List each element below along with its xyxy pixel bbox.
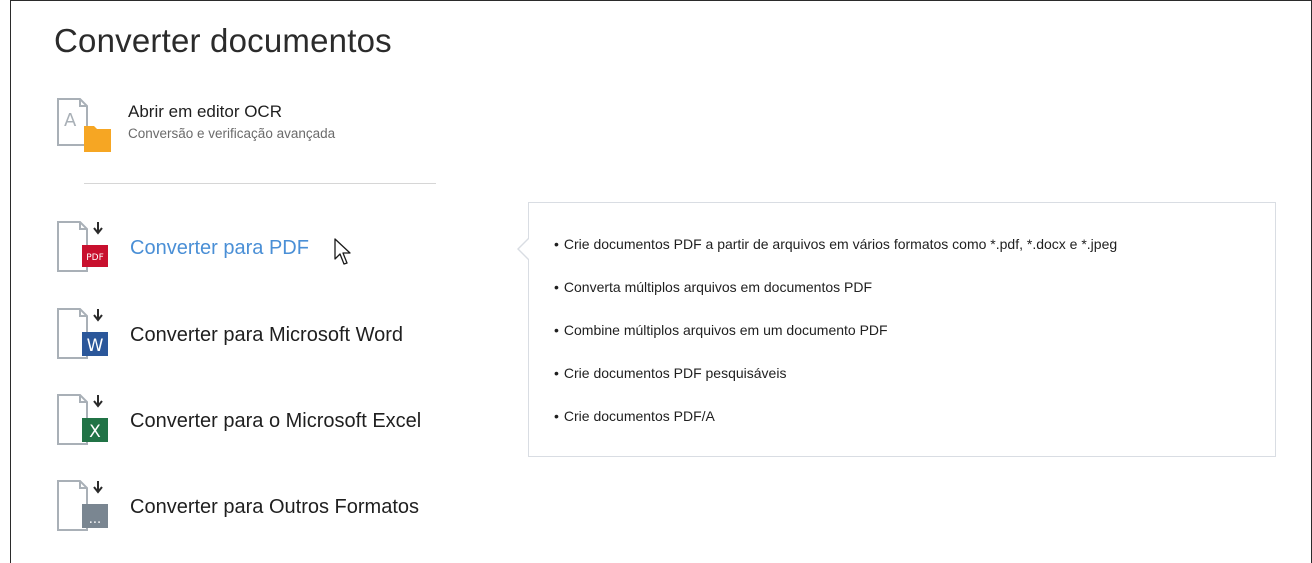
convert-to-word-item[interactable]: W Converter para Microsoft Word (54, 306, 403, 364)
tooltip-bullet: • Converta múltiplos arquivos em document… (554, 279, 873, 295)
word-document-icon: W (54, 306, 112, 364)
tooltip-bullet-list: • Crie documentos PDF a partir de arquivo… (554, 236, 1117, 451)
convert-to-other-formats-item[interactable]: ... Converter para Outros Formatos (54, 478, 419, 536)
tooltip-bullet: • Crie documentos PDF a partir de arquivo… (554, 236, 1118, 252)
tooltip-bullet: • Combine múltiplos arquivos em um docume… (554, 322, 888, 338)
svg-text:X: X (89, 422, 101, 442)
convert-to-word-label: Converter para Microsoft Word (130, 323, 404, 346)
open-ocr-editor-item[interactable]: A Abrir em editor OCR Conversão e verifi… (54, 96, 335, 154)
ocr-editor-icon: A (54, 96, 112, 154)
convert-to-other-formats-label: Converter para Outros Formatos (130, 495, 419, 518)
page-title: Converter documentos (54, 22, 392, 59)
section-divider (84, 183, 436, 184)
mouse-pointer-icon (334, 238, 352, 271)
svg-text:...: ... (89, 512, 101, 527)
convert-to-pdf-label: Converter para PDF (130, 236, 309, 259)
pdf-info-tooltip: • Crie documentos PDF a partir de arquivo… (517, 202, 1276, 457)
svg-text:A: A (64, 110, 77, 131)
convert-to-excel-item[interactable]: X Converter para o Microsoft Excel (54, 392, 421, 450)
tooltip-bullet: • Crie documentos PDF pesquisáveis (554, 365, 787, 381)
convert-to-pdf-item[interactable]: PDF Converter para PDF (54, 219, 309, 277)
pdf-document-icon: PDF (54, 219, 112, 277)
ocr-editor-label: Abrir em editor OCR (128, 102, 282, 121)
svg-text:W: W (87, 336, 104, 356)
svg-text:PDF: PDF (86, 253, 104, 263)
ocr-editor-sublabel: Conversão e verificação avançada (128, 126, 336, 141)
tooltip-bullet: • Crie documentos PDF/A (554, 408, 715, 424)
convert-to-excel-label: Converter para o Microsoft Excel (130, 409, 422, 432)
excel-document-icon: X (54, 392, 112, 450)
other-formats-document-icon: ... (54, 478, 112, 536)
